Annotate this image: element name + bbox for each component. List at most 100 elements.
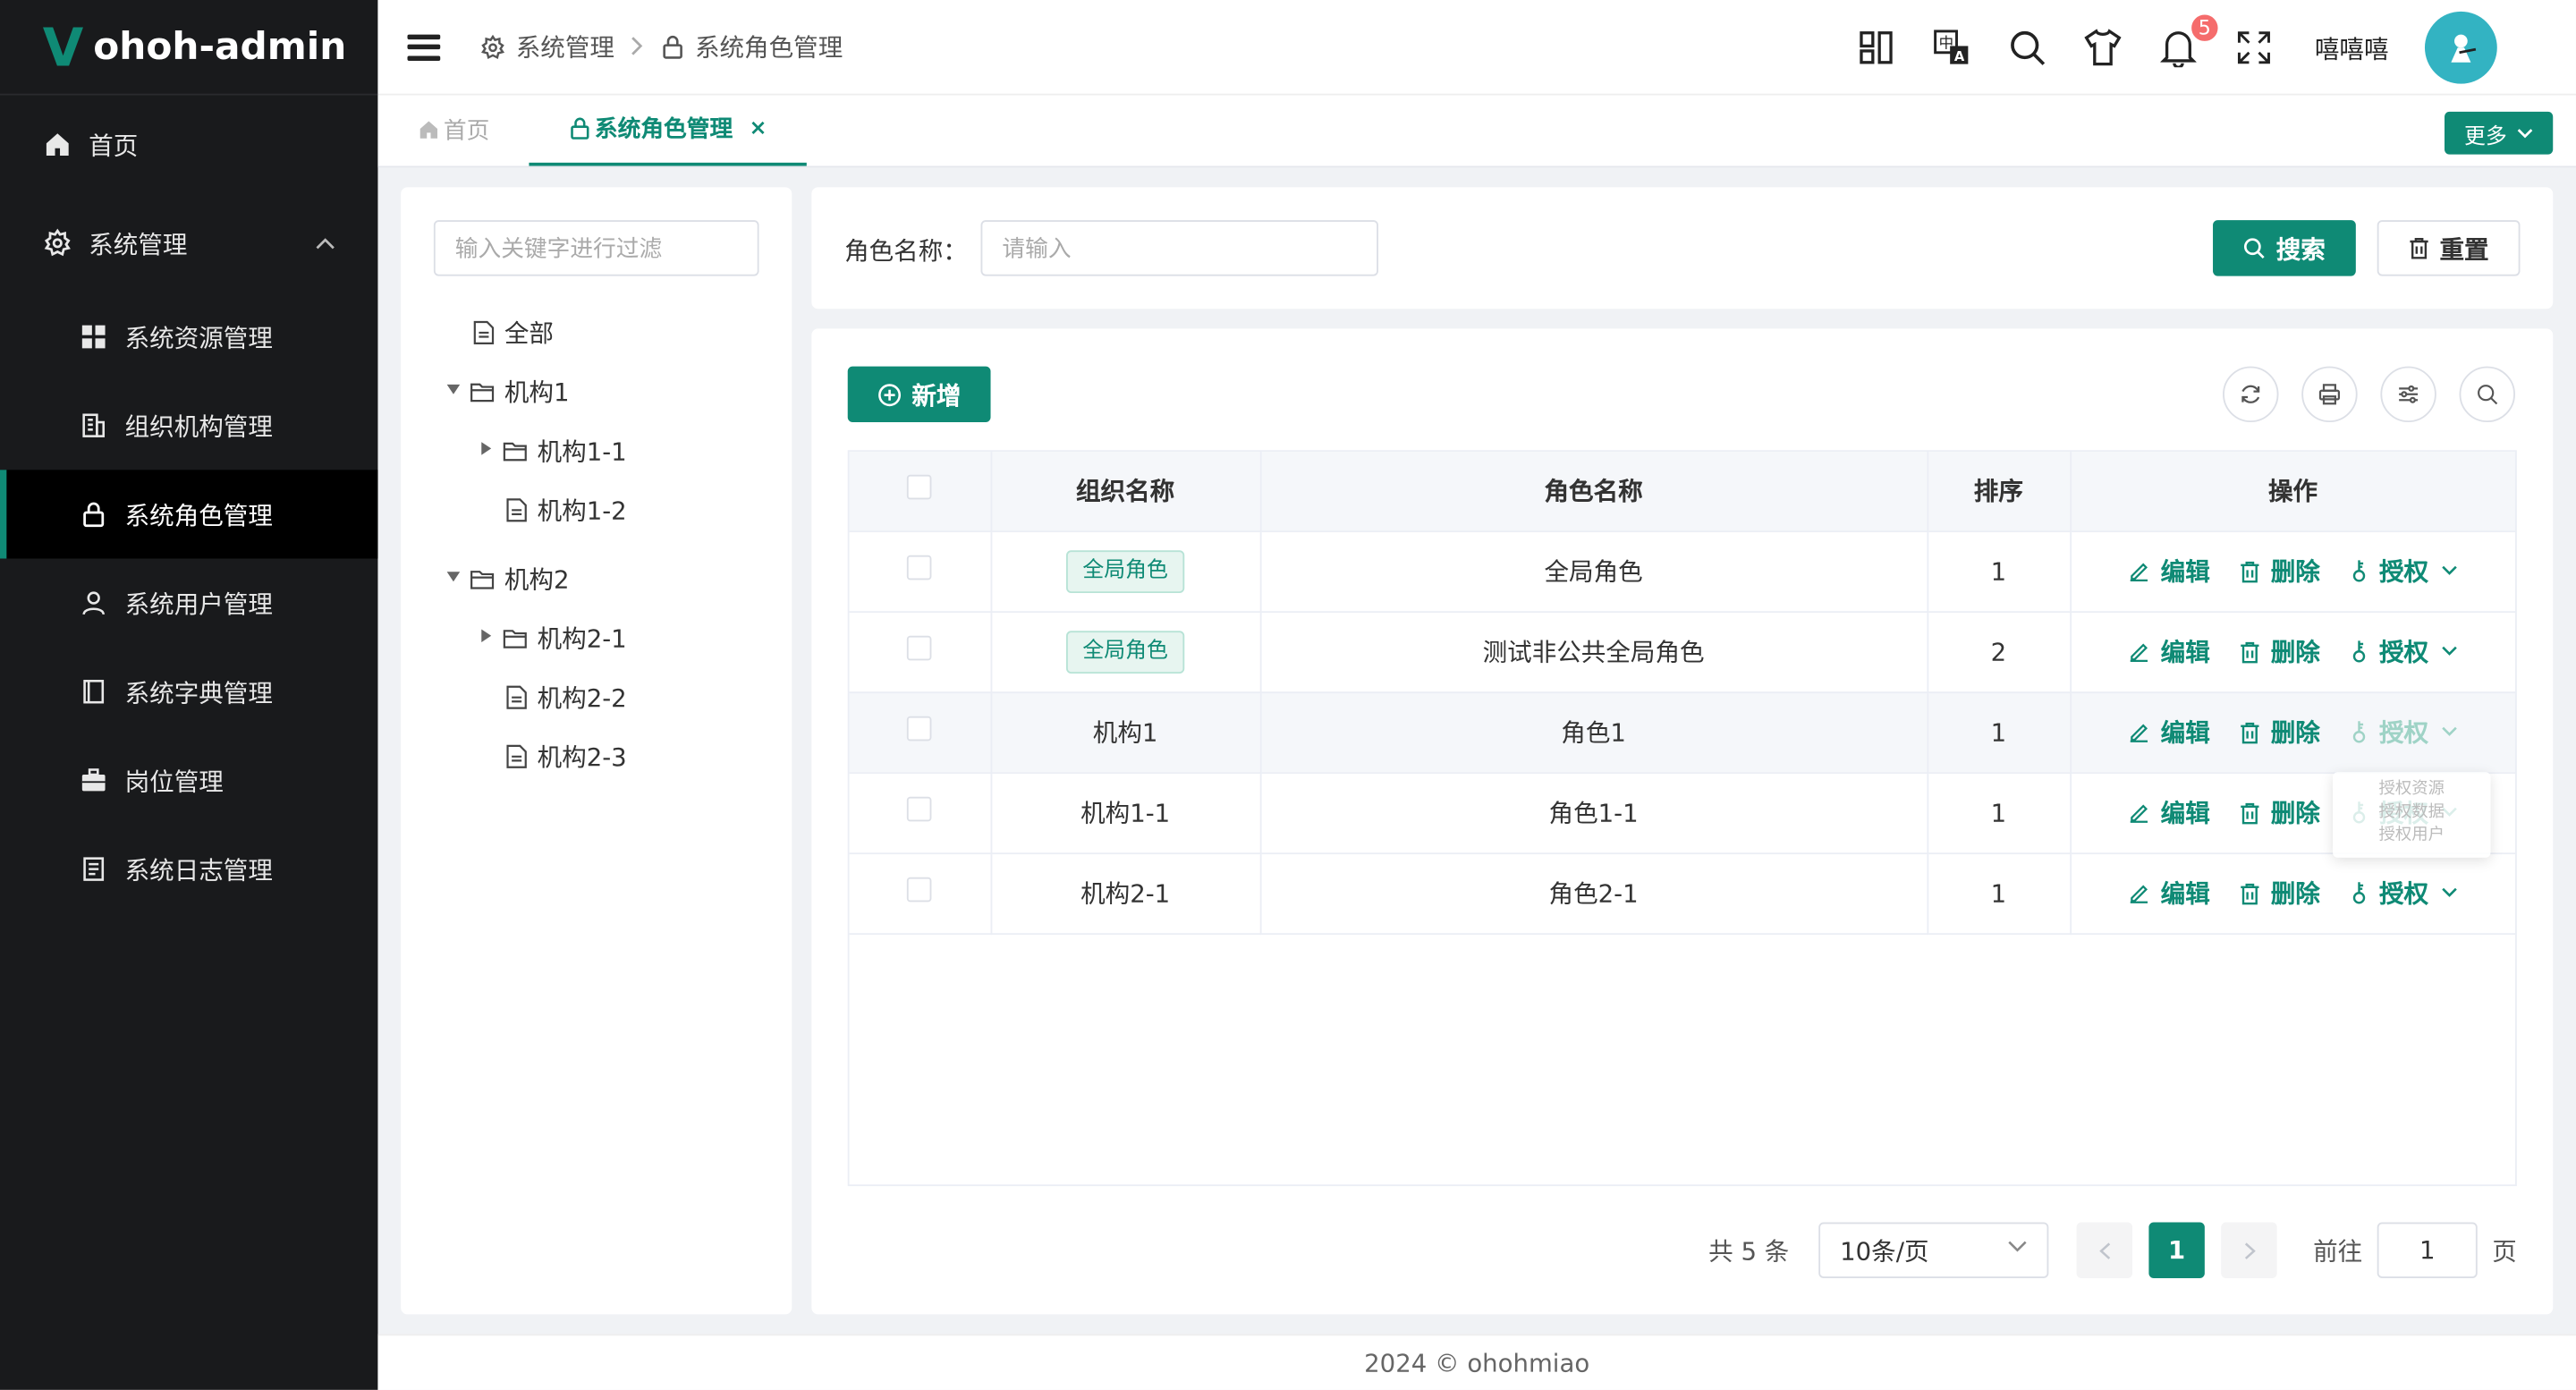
tree-node-label: 全部 [504,318,554,348]
row-checkbox[interactable] [907,716,932,742]
sidebar-item-organizations[interactable]: 组织机构管理 [0,381,377,470]
edit-button[interactable]: 编辑 [2128,795,2210,830]
tree-node-org2[interactable]: 机构2 [401,548,792,607]
caret-down-icon[interactable] [444,570,463,586]
column-header-org[interactable]: 组织名称 [990,452,1261,532]
row-checkbox[interactable] [907,796,932,822]
row-checkbox[interactable] [907,555,932,581]
tree-node-org1[interactable]: 机构1 [401,361,792,420]
role-name-label: 角色名称： [844,236,968,267]
delete-button[interactable]: 删除 [2240,795,2320,830]
delete-button[interactable]: 删除 [2240,634,2320,669]
tree-node-org2-3[interactable]: 机构2-3 [401,726,792,785]
caret-down-icon[interactable] [444,383,463,399]
add-role-button[interactable]: 新增 [847,366,991,423]
refresh-button[interactable] [2223,366,2279,423]
delete-button[interactable]: 删除 [2240,554,2320,589]
chevron-down-icon [2442,726,2458,738]
tshirt-icon[interactable] [2081,26,2124,69]
notification-badge: 5 [2190,13,2220,43]
dropdown-item-grant-resources[interactable]: 授权资源 [2333,779,2490,802]
search-icon[interactable] [2006,26,2049,69]
sidebar-item-system-management[interactable]: 系统管理 [0,194,377,292]
prev-page-button[interactable] [2076,1222,2133,1278]
caret-right-icon[interactable] [477,628,496,647]
avatar[interactable] [2424,11,2497,84]
delete-button[interactable]: 删除 [2240,715,2320,750]
app-name: ohoh-admin [93,25,347,69]
table-header-row: 组织名称 角色名称 排序 操作 [849,452,2515,532]
grant-button[interactable]: 授权 [2350,715,2458,750]
sidebar-item-logs[interactable]: 系统日志管理 [0,825,377,913]
more-button-label: 更多 [2464,123,2507,149]
chevron-down-icon [2442,646,2458,657]
next-page-button[interactable] [2221,1222,2277,1278]
page-size-select[interactable]: 10条/页 [1818,1222,2049,1278]
column-header-sort[interactable]: 排序 [1927,452,2072,532]
tab-home[interactable]: 首页 [377,94,529,166]
sidebar-item-label: 系统角色管理 [124,500,273,530]
org-name-cell: 机构1-1 [990,772,1261,854]
grant-button[interactable]: 授权 [2350,554,2458,589]
column-settings-button[interactable] [2380,366,2436,423]
add-role-button-label: 新增 [911,380,962,411]
toggle-search-button[interactable] [2459,366,2515,423]
search-button-label: 搜索 [2275,233,2326,264]
tree-filter-input[interactable]: 输入关键字进行过滤 [433,220,759,276]
user-icon [79,589,108,618]
goto-page-input[interactable]: 1 [2377,1222,2478,1278]
row-checkbox[interactable] [907,635,932,661]
sidebar-item-positions[interactable]: 岗位管理 [0,736,377,825]
edit-button[interactable]: 编辑 [2128,554,2210,589]
dropdown-item-grant-users[interactable]: 授权用户 [2333,825,2490,848]
translate-icon[interactable]: 中A [1930,26,1973,69]
grant-label: 授权 [2379,717,2429,748]
edit-button[interactable]: 编辑 [2128,715,2210,750]
edit-button[interactable]: 编辑 [2128,876,2210,911]
layout-icon[interactable] [1855,26,1898,69]
reset-button-label: 重置 [2439,233,2489,264]
grant-button[interactable]: 授权 [2350,876,2458,911]
sidebar-item-users[interactable]: 系统用户管理 [0,558,377,647]
fullscreen-icon[interactable] [2233,26,2275,69]
sidebar-item-resources[interactable]: 系统资源管理 [0,292,377,381]
breadcrumb-item[interactable]: 系统管理 [516,30,614,64]
grant-button[interactable]: 授权 [2350,634,2458,669]
folder-icon [470,568,495,589]
reset-button[interactable]: 重置 [2377,220,2521,276]
print-button[interactable] [2301,366,2358,423]
tree-node-org2-1[interactable]: 机构2-1 [401,608,792,667]
page-number-current[interactable]: 1 [2148,1222,2205,1278]
close-icon[interactable]: × [750,115,767,140]
row-actions: 编辑 删除 授权 [2071,634,2515,669]
lock-icon [660,35,685,60]
folder-icon [503,439,528,461]
tree-node-org1-1[interactable]: 机构1-1 [401,420,792,479]
search-button[interactable]: 搜索 [2213,220,2356,276]
more-button[interactable]: 更多 [2444,111,2554,155]
sidebar-item-home[interactable]: 首页 [0,96,377,194]
table-row: 全局角色 全局角色 1 编辑 删除 授权 [849,530,2515,613]
sidebar-item-roles[interactable]: 系统角色管理 [0,470,378,559]
dropdown-item-grant-data[interactable]: 授权数据 [2333,801,2490,825]
caret-right-icon[interactable] [477,441,496,459]
grant-label: 授权 [2379,556,2429,587]
tree-node-org1-2[interactable]: 机构1-2 [401,479,792,538]
pagination-total: 共 5 条 [1708,1237,1790,1267]
edit-button[interactable]: 编辑 [2128,634,2210,669]
chevron-down-icon [2517,127,2533,139]
app-logo[interactable]: V ohoh-admin [0,0,378,96]
sidebar-item-dictionary[interactable]: 系统字典管理 [0,648,377,736]
delete-button[interactable]: 删除 [2240,876,2320,911]
tree-node-all[interactable]: 全部 [401,302,792,361]
tab-role-management[interactable]: 系统角色管理 × [529,94,807,166]
row-checkbox[interactable] [907,877,932,903]
username[interactable]: 嘻嘻嘻 [2315,30,2389,65]
grant-dropdown-menu: 授权资源 授权数据 授权用户 [2333,772,2491,858]
role-name-input[interactable]: 请输入 [980,220,1378,276]
column-header-role[interactable]: 角色名称 [1259,452,1928,532]
tree-node-org2-2[interactable]: 机构2-2 [401,667,792,726]
select-all-checkbox[interactable] [907,475,932,500]
menu-toggle-icon[interactable] [407,33,441,61]
bell-icon[interactable]: 5 [2157,13,2220,69]
